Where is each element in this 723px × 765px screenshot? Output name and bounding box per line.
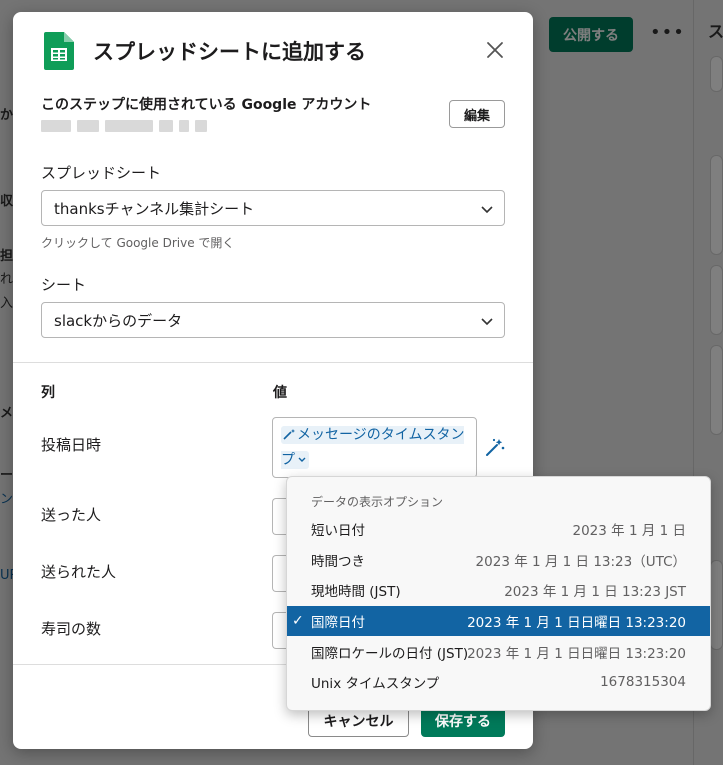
value-header: 値 bbox=[273, 385, 287, 401]
chevron-down-icon bbox=[481, 318, 493, 326]
menu-item-international-date[interactable]: ✓ 国際日付 2023 年 1 月 1 日日曜日 13:23:20 bbox=[287, 606, 710, 636]
row-label-post-time: 投稿日時 bbox=[41, 436, 102, 454]
menu-item-unix-timestamp[interactable]: Unix タイムスタンプ 1678315304 bbox=[287, 667, 710, 697]
menu-item-example: 2023 年 1 月 1 日日曜日 13:23:20 bbox=[467, 615, 686, 631]
row-label-sender: 送った人 bbox=[41, 506, 102, 524]
insert-variable-icon[interactable] bbox=[484, 436, 506, 458]
close-icon bbox=[487, 42, 503, 58]
menu-item-label: Unix タイムスタンプ bbox=[311, 676, 440, 692]
row-label-receiver: 送られた人 bbox=[41, 563, 117, 581]
row-label-sushi-count: 寿司の数 bbox=[41, 620, 102, 638]
close-button[interactable] bbox=[483, 38, 507, 62]
spreadsheet-select[interactable]: thanksチャンネル集計シート bbox=[41, 190, 505, 226]
menu-item-label: 国際日付 bbox=[311, 615, 365, 631]
edit-account-button[interactable]: 編集 bbox=[449, 100, 505, 128]
menu-item-example: 1678315304 bbox=[600, 674, 686, 690]
chevron-down-icon bbox=[481, 206, 493, 214]
menu-item-example: 2023 年 1 月 1 日日曜日 13:23:20 bbox=[467, 646, 686, 662]
google-sheets-icon bbox=[44, 32, 74, 70]
menu-item-example: 2023 年 1 月 1 日 13:23 JST bbox=[504, 584, 686, 600]
display-options-menu: データの表示オプション 短い日付 2023 年 1 月 1 日 時間つき 202… bbox=[286, 476, 711, 711]
sheet-select[interactable]: slackからのデータ bbox=[41, 302, 505, 338]
menu-item-label: 現地時間 (JST) bbox=[311, 584, 401, 600]
menu-item-label: 時間つき bbox=[311, 554, 365, 570]
sheet-value: slackからのデータ bbox=[54, 311, 183, 330]
magic-wand-icon bbox=[283, 429, 295, 440]
menu-header: データの表示オプション bbox=[311, 495, 444, 509]
chevron-down-icon bbox=[298, 457, 306, 462]
spreadsheet-value: thanksチャンネル集計シート bbox=[54, 199, 255, 218]
menu-item-international-locale-date[interactable]: 国際ロケールの日付 (JST) 2023 年 1 月 1 日日曜日 13:23:… bbox=[287, 637, 710, 667]
sheet-label: シート bbox=[41, 276, 87, 294]
menu-item-with-time[interactable]: 時間つき 2023 年 1 月 1 日 13:23（UTC） bbox=[287, 545, 710, 575]
open-in-drive-link[interactable]: クリックして Google Drive で開く bbox=[41, 234, 234, 251]
variable-chip[interactable]: メッセージのタイムスタンプ bbox=[281, 426, 465, 469]
spreadsheet-label: スプレッドシート bbox=[41, 164, 162, 182]
account-email-redacted bbox=[41, 120, 207, 132]
menu-item-example: 2023 年 1 月 1 日 13:23（UTC） bbox=[475, 554, 686, 570]
value-field-post-time[interactable]: メッセージのタイムスタンプ bbox=[272, 417, 477, 478]
menu-item-label: 短い日付 bbox=[311, 523, 365, 539]
menu-item-label: 国際ロケールの日付 (JST) bbox=[311, 646, 469, 662]
dialog-title: スプレッドシートに追加する bbox=[93, 40, 366, 64]
menu-item-short-date[interactable]: 短い日付 2023 年 1 月 1 日 bbox=[287, 514, 710, 544]
section-divider bbox=[13, 362, 533, 363]
menu-item-local-time[interactable]: 現地時間 (JST) 2023 年 1 月 1 日 13:23 JST bbox=[287, 575, 710, 605]
menu-item-example: 2023 年 1 月 1 日 bbox=[572, 523, 687, 539]
checkmark-icon: ✓ bbox=[292, 613, 304, 629]
variable-chip-label: メッセージのタイムスタンプ bbox=[281, 427, 465, 468]
account-label: このステップに使用されている Google アカウント bbox=[41, 97, 372, 113]
column-header: 列 bbox=[41, 385, 55, 401]
